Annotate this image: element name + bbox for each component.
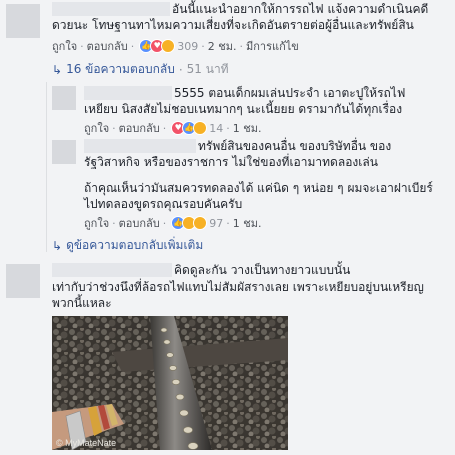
separator: · [130, 39, 135, 53]
reply-arrow-icon: ↳ [52, 238, 63, 253]
separator: · [112, 121, 116, 135]
comment-text-line: ไปทดลองขูดรถคุณรอบคันครับ [84, 197, 243, 211]
reply-link[interactable]: ตอบกลับ [119, 119, 160, 137]
like-link[interactable]: ถูกใจ [52, 37, 77, 55]
view-more-replies-link[interactable]: ↳ ดูข้อความตอบกลับเพิ่มเติม [52, 236, 203, 255]
reply-link[interactable]: ตอบกลับ [119, 214, 160, 232]
reactions[interactable]: 👍 ♥ 309 [139, 39, 198, 53]
reaction-count: 97 [209, 216, 224, 230]
edited-label[interactable]: มีการแก้ไข [246, 37, 299, 55]
separator: · [80, 39, 84, 53]
avatar[interactable] [52, 86, 76, 110]
comment-actions: ถูกใจ · ตอบกลับ · 👍 97 · 1 ชม. [84, 214, 261, 232]
separator: · [226, 216, 230, 230]
thread-line [46, 82, 47, 252]
video-thumbnail[interactable]: © MyMateNate [52, 316, 288, 450]
wow-reaction-icon [193, 216, 208, 230]
reply-link[interactable]: ตอบกลับ [87, 37, 128, 55]
commenter-name[interactable] [52, 263, 172, 277]
comment-text-line: 5555 ตอนเด็กผมเล่นประจำ เอาตะปูให้รถไฟ [174, 86, 406, 100]
replies-count: 16 ข้อความตอบกลับ [66, 62, 175, 76]
separator: · [201, 39, 205, 53]
separator: · [112, 216, 116, 230]
comment-actions: ถูกใจ · ตอบกลับ · ♥ 👍 14 · 1 ชม. [84, 119, 261, 137]
avatar[interactable] [6, 264, 40, 298]
comment-text-line: ทรัพย์สินของคนอื่น ของบริษัทอื่น ของ [198, 139, 392, 153]
comment-text-line: เท่ากับว่าช่วงนึงที่ล้อรถไฟแทบไม่สัมผัสร… [52, 280, 424, 294]
timestamp[interactable]: 2 ชม. [208, 37, 237, 55]
haha-reaction-icon [193, 121, 208, 135]
reply-arrow-icon: ↳ [52, 62, 63, 77]
commenter-name[interactable] [84, 139, 196, 153]
separator: · [162, 216, 167, 230]
avatar[interactable] [6, 4, 40, 38]
timestamp[interactable]: 1 ชม. [233, 214, 262, 232]
comment-actions: ถูกใจ · ตอบกลับ · 👍 ♥ 309 · 2 ชม. · มีกา… [52, 37, 299, 55]
comment-text-line: คิดดูละกัน วางเป็นทางยาวแบบนั้น [174, 263, 351, 277]
separator: · [178, 62, 183, 77]
comment-text-line: อันนี้แนะนำอยากให้การรถไฟ แจ้งความดำเนิน… [172, 2, 429, 16]
reactions[interactable]: ♥ 👍 14 [171, 121, 223, 135]
view-more-replies-label: ดูข้อความตอบกลับเพิ่มเติม [66, 238, 204, 252]
replies-time: 51 นาที [186, 62, 229, 76]
comment-text-line: เหยียบ นิสงสัยไม่ชอบเนทมากๆ นะเนี้ยยย ดร… [84, 102, 403, 116]
commenter-name[interactable] [52, 2, 170, 16]
comment-text-line: รัฐวิสาหกิจ หรือของราชการ ไม่ใช่ของที่เอ… [84, 155, 378, 169]
avatar[interactable] [52, 140, 76, 164]
commenter-name[interactable] [84, 86, 172, 100]
separator: · [239, 39, 243, 53]
comment-text-line: พวกนี้แหละ [52, 296, 112, 310]
reaction-count: 309 [177, 39, 199, 53]
like-link[interactable]: ถูกใจ [84, 119, 109, 137]
separator: · [226, 121, 230, 135]
comment-text-line: ดวยนะ โทษฐานทาไหมความเสี่ยงที่จะเกิดอันต… [52, 18, 414, 32]
view-replies-link[interactable]: ↳ 16 ข้อความตอบกลับ · 51 นาที [52, 60, 229, 79]
timestamp[interactable]: 1 ชม. [233, 119, 262, 137]
video-frame [52, 316, 288, 450]
reaction-count: 14 [209, 121, 224, 135]
comment-text-line: ถ้าคุณเห็นว่ามันสมควรทดลองได้ แค่นิด ๆ ห… [84, 181, 433, 195]
separator: · [162, 121, 167, 135]
reactions[interactable]: 👍 97 [171, 216, 223, 230]
like-link[interactable]: ถูกใจ [84, 214, 109, 232]
video-watermark: © MyMateNate [56, 438, 117, 448]
haha-reaction-icon [161, 39, 176, 53]
